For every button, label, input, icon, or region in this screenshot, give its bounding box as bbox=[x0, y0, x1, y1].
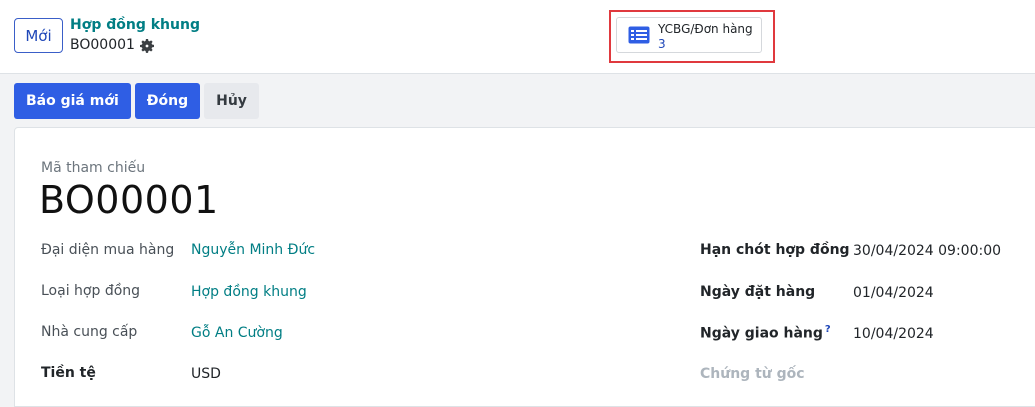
vendor-label: Nhà cung cấp bbox=[41, 324, 138, 340]
close-button[interactable]: Đóng bbox=[134, 83, 201, 119]
list-icon bbox=[628, 26, 650, 44]
delivery-date-label: Ngày giao hàng? bbox=[700, 324, 831, 342]
vendor-field[interactable]: Gỗ An Cường bbox=[191, 325, 283, 341]
reference-value[interactable]: BO00001 bbox=[39, 178, 219, 222]
form-sheet bbox=[14, 127, 1035, 407]
cancel-button[interactable]: Hủy bbox=[204, 83, 259, 119]
new-quotation-button[interactable]: Báo giá mới bbox=[14, 83, 131, 119]
control-panel: Mới Hợp đồng khung BO00001 YCBG/Đơn hàng… bbox=[0, 0, 1035, 74]
source-document-label: Chứng từ gốc bbox=[700, 366, 805, 382]
help-tooltip-icon[interactable]: ? bbox=[825, 324, 831, 335]
order-date-label: Ngày đặt hàng bbox=[700, 284, 816, 300]
breadcrumb-current: BO00001 bbox=[70, 37, 135, 53]
currency-field[interactable]: USD bbox=[191, 366, 221, 382]
action-bar: Báo giá mới Đóng Hủy bbox=[14, 83, 259, 119]
purchase-representative-label: Đại diện mua hàng bbox=[41, 242, 175, 258]
delivery-date-field[interactable]: 10/04/2024 bbox=[853, 326, 934, 342]
reference-label: Mã tham chiếu bbox=[41, 160, 146, 176]
new-button[interactable]: Mới bbox=[14, 18, 63, 53]
currency-label: Tiền tệ bbox=[41, 365, 96, 381]
agreement-type-field[interactable]: Hợp đồng khung bbox=[191, 284, 307, 300]
smart-button-count: 3 bbox=[658, 37, 666, 51]
order-date-field[interactable]: 01/04/2024 bbox=[853, 285, 934, 301]
agreement-deadline-label: Hạn chót hợp đồng bbox=[700, 242, 850, 258]
rfq-orders-smart-button[interactable]: YCBG/Đơn hàng 3 bbox=[616, 17, 762, 53]
agreement-deadline-field[interactable]: 30/04/2024 09:00:00 bbox=[853, 243, 1001, 259]
agreement-type-label: Loại hợp đồng bbox=[41, 283, 141, 299]
smart-button-label: YCBG/Đơn hàng bbox=[658, 22, 753, 36]
gear-icon[interactable] bbox=[140, 39, 154, 53]
purchase-representative-field[interactable]: Nguyễn Minh Đức bbox=[191, 242, 315, 258]
delivery-date-label-text: Ngày giao hàng bbox=[700, 325, 823, 342]
breadcrumb-parent[interactable]: Hợp đồng khung bbox=[70, 17, 200, 33]
